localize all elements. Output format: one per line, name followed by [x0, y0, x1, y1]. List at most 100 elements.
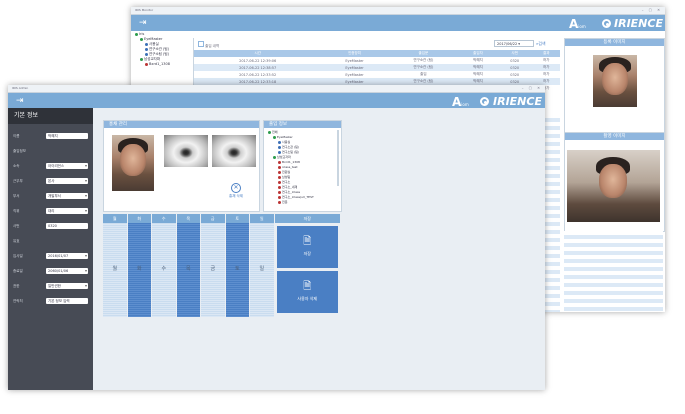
back-tree-item-label: Bxrd1_1308 — [149, 62, 170, 66]
table-row[interactable]: 2017-06-22 12:33:18 EyeMaster 연구소관 (팀) 박혜지 0… — [194, 78, 560, 85]
delete-iris-label: 홍채 삭제 — [229, 194, 243, 198]
table-row[interactable]: 2017-06-22 12:33:52 EyeMaster 출입 박혜지 0320 허가 — [194, 71, 560, 78]
day-column[interactable]: 수수 — [152, 214, 176, 317]
delete-user-button[interactable]: 🗎 사용자 삭제 — [276, 271, 338, 313]
log-column-header[interactable]: 인증장치 — [321, 50, 388, 57]
delete-iris-button[interactable]: ✕ 홍채 삭제 — [218, 183, 254, 199]
front-titlebar: IRIS Admin – ▢ ✕ — [8, 85, 545, 93]
window-controls[interactable]: – ▢ ✕ — [642, 8, 662, 12]
back-tree-item[interactable]: Bxrd1_1308 — [135, 62, 188, 67]
table-row[interactable]: 2017-06-22 12:39:06 EyeMaster 연구소관 (팀) 박혜지 0… — [194, 57, 560, 64]
field-select[interactable]: 2060/01/06 — [46, 268, 88, 274]
front-window-title: IRIS Admin — [12, 86, 29, 90]
save-button[interactable]: 🗎 저장 — [276, 226, 338, 268]
field-input[interactable]: 기본 정보 입력 — [46, 298, 88, 304]
log-column-header[interactable]: 출입문 — [387, 50, 460, 57]
day-column-label: 월 — [112, 266, 118, 272]
field-input[interactable]: 박혜지 — [46, 133, 88, 139]
device-node-icon — [278, 185, 281, 189]
day-column[interactable]: 토토 — [225, 214, 249, 317]
field-select[interactable]: 일반권한 — [46, 283, 88, 289]
day-time-slots[interactable]: 금 — [201, 223, 225, 317]
day-time-slots[interactable]: 일 — [250, 223, 274, 317]
access-tree-item-label: 사용실 — [282, 140, 291, 144]
capture-image-pane: 촬영 이미지 — [564, 132, 665, 232]
access-panel-title: 출입 정보 — [264, 121, 341, 128]
day-column-label: 수 — [161, 266, 167, 272]
date-picker[interactable]: 2017/06/22 ▾ — [494, 40, 534, 47]
date-value: 2017/06/22 — [497, 42, 518, 46]
field-select[interactable]: 대리 — [46, 208, 88, 214]
window-controls[interactable]: – ▢ ✕ — [522, 86, 542, 90]
field-label: 근무부 — [13, 179, 23, 183]
device-node-icon — [278, 175, 281, 179]
group-node-icon — [273, 155, 276, 159]
exit-icon[interactable]: ⇥ — [16, 96, 26, 106]
group-node-icon — [140, 37, 143, 41]
access-tree-item-label: 남성팀 — [282, 175, 291, 179]
field-select[interactable]: 본사 — [46, 178, 88, 184]
log-cell: EyeMaster — [321, 64, 388, 71]
day-column[interactable]: 목목 — [176, 214, 200, 317]
user-face-photo — [112, 135, 154, 191]
log-cell: 연구소관 (팀) — [387, 78, 460, 85]
day-column-header: 월 — [103, 214, 127, 223]
access-tree-item-label: 전체 — [272, 130, 278, 134]
back-tree-item-label: 연구소팀 (팀) — [149, 52, 169, 56]
access-tree-item-label: 전원실 — [282, 170, 291, 174]
access-tree-item-label: 전문 — [282, 200, 288, 204]
day-column[interactable]: 월월 — [103, 214, 127, 317]
day-column-header: 화 — [127, 214, 151, 223]
back-right-empty-rows — [564, 231, 663, 312]
device-node-icon — [278, 180, 281, 184]
day-column-header: 목 — [176, 214, 200, 223]
day-column[interactable]: 화화 — [127, 214, 151, 317]
save-button-label: 저장 — [303, 251, 311, 256]
log-cell: EyeMaster — [345, 58, 364, 63]
field-label: 부서 — [13, 194, 20, 198]
registered-image-pane: 등록 이미지 — [564, 38, 665, 136]
delete-user-button-label: 사용자 삭제 — [297, 296, 318, 301]
capture-image-header: 촬영 이미지 — [565, 133, 664, 140]
field-select[interactable]: 아이리언스 — [46, 163, 88, 169]
field-label: 사번 — [13, 224, 20, 228]
exit-icon[interactable]: ⇥ — [139, 18, 149, 28]
access-tree-item[interactable]: 전문 — [268, 200, 334, 205]
brand-circle-icon — [480, 97, 489, 106]
log-column-header[interactable]: 출입자 — [459, 50, 497, 57]
day-time-slots[interactable]: 목 — [176, 223, 200, 317]
field-select[interactable]: 2016/01/07 — [46, 253, 88, 259]
access-tree-scrollbar[interactable] — [337, 130, 339, 186]
iris-panel-title: 홍채 관리 — [104, 121, 259, 128]
day-time-slots[interactable]: 토 — [225, 223, 249, 317]
log-cell: EyeMaster — [345, 72, 364, 77]
day-column[interactable]: 일일 — [250, 214, 274, 317]
device-node-icon — [278, 145, 281, 149]
group-node-icon — [140, 57, 143, 61]
day-time-slots[interactable]: 수 — [152, 223, 176, 317]
filter-icon[interactable] — [198, 41, 204, 47]
basic-info-sidebar: 기본 정보 이름 박혜지출입정보소속 아이리언스근무부 본사부서 개발부서직위 대리사번 0… — [8, 108, 93, 390]
device-node-icon — [278, 160, 281, 164]
log-search-button[interactable]: ⌕검색 — [536, 40, 546, 47]
main-content: 홍채 관리 ✕ 홍채 삭제 출입 정보 전체 EyeMaster 사용실 연구소관 (… — [93, 108, 545, 390]
log-column-header[interactable]: 시간 — [194, 50, 322, 57]
day-column-label: 토 — [234, 266, 240, 272]
log-column-header[interactable]: 결과 — [532, 50, 560, 57]
log-column-header[interactable]: 사번 — [496, 50, 533, 57]
day-column-label: 일 — [259, 266, 265, 272]
field-select[interactable]: 개발부서 — [46, 193, 88, 199]
day-time-slots[interactable]: 화 — [127, 223, 151, 317]
log-search-label: 출입 내역 — [205, 44, 220, 48]
table-row[interactable]: 2017-06-22 12:38:57 EyeMaster 연구소관 (팀) 박혜지 0… — [194, 64, 560, 71]
day-column[interactable]: 금금 — [201, 214, 225, 317]
delete-user-icon: 🗎 — [303, 281, 312, 292]
day-time-slots[interactable]: 월 — [103, 223, 127, 317]
field-label: 입사일 — [13, 254, 23, 258]
field-input[interactable]: 0320 — [46, 223, 88, 229]
device-node-icon — [145, 47, 148, 51]
right-iris-image — [212, 135, 256, 167]
day-column-label: 목 — [185, 266, 191, 272]
brand-logo: Aiom — [452, 95, 469, 109]
back-tree-item-label: EyeMaster — [144, 37, 163, 41]
